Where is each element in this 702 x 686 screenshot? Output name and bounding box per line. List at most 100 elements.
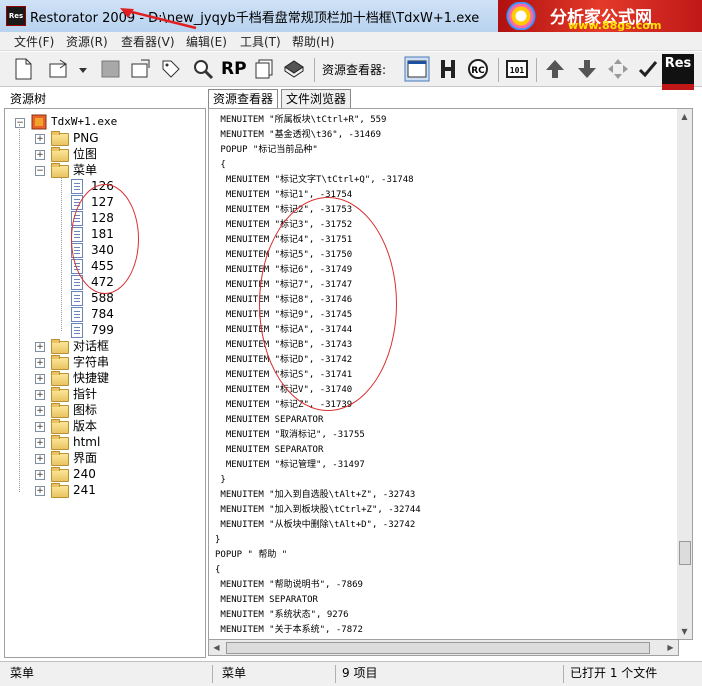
expand-icon[interactable]: + — [35, 406, 45, 416]
hex-view-icon[interactable] — [437, 58, 459, 80]
code-view[interactable]: MENUITEM "所属板块\tCtrl+R", 559 MENUITEM "基… — [208, 108, 678, 640]
status-separator — [212, 665, 213, 683]
save-disabled-icon[interactable] — [100, 58, 122, 80]
arrow-up-icon[interactable] — [544, 58, 566, 80]
binary-view-icon[interactable]: 101 — [506, 58, 528, 80]
status-separator — [563, 665, 564, 683]
vertical-scrollbar[interactable]: ▲ ▼ — [677, 108, 693, 640]
dropdown-arrow-icon[interactable] — [76, 58, 90, 80]
code-line: MENUITEM SEPARATOR — [215, 415, 324, 425]
expand-icon[interactable]: + — [35, 134, 45, 144]
tab-resource-viewer[interactable]: 资源查看器 — [208, 89, 279, 109]
code-line: { — [215, 160, 226, 170]
code-line: MENUITEM "基金透视\t36", -31469 — [215, 130, 382, 140]
annotation-circle — [71, 184, 139, 294]
menu-tools[interactable]: 工具(T) — [240, 33, 281, 50]
tree-node-label: 位图 — [73, 147, 98, 161]
code-line: MENUITEM "取消标记", -31755 — [215, 430, 365, 440]
folder-icon — [51, 339, 69, 354]
resource-tree[interactable]: − TdxW+1.exe + PNG + 位图 − 菜单 126 127 128 181 340 45… — [4, 108, 206, 658]
title-bar[interactable]: Res Restorator 2009 - D:\new_jyqyb千档看盘常规… — [0, 0, 702, 33]
toolbar-separator — [536, 58, 537, 82]
folder-icon — [51, 419, 69, 434]
window-title: Restorator 2009 - D:\new_jyqyb千档看盘常规顶栏加十… — [30, 11, 480, 26]
expand-icon[interactable]: + — [35, 454, 45, 464]
tree-node-label: 菜单 — [73, 163, 98, 177]
search-icon[interactable] — [192, 58, 214, 80]
expand-icon[interactable]: + — [35, 150, 45, 160]
horizontal-scrollbar[interactable]: ◀ ▶ — [208, 639, 679, 656]
folder-icon — [51, 355, 69, 370]
expand-icon[interactable]: + — [35, 470, 45, 480]
scroll-down-icon[interactable]: ▼ — [677, 624, 692, 639]
folder-icon — [51, 451, 69, 466]
tree-node-label: PNG — [73, 131, 99, 145]
expand-icon[interactable]: + — [35, 390, 45, 400]
toolbar-separator — [314, 58, 315, 82]
viewer-mode-icon[interactable] — [404, 56, 430, 82]
folder-icon — [51, 387, 69, 402]
expand-icon[interactable]: + — [35, 374, 45, 384]
folder-icon — [51, 371, 69, 386]
new-file-icon[interactable] — [12, 58, 34, 80]
tree-node-label: 字符串 — [73, 355, 110, 369]
annotation-arrow-icon — [120, 8, 197, 30]
expand-icon[interactable]: + — [35, 486, 45, 496]
code-line: MENUITEM SEPARATOR — [215, 445, 324, 455]
code-line: MENUITEM "标记文字T\tCtrl+Q", -31748 — [215, 175, 414, 185]
status-item-count: 9 项目 — [342, 666, 378, 680]
export-icon[interactable] — [130, 58, 152, 80]
menu-bar: 文件(F) 资源(R) 查看器(V) 编辑(E) 工具(T) 帮助(H) — [0, 32, 702, 51]
checkmark-icon[interactable] — [637, 58, 659, 80]
res-logo-badge[interactable]: Res — [662, 54, 694, 90]
scrollbar-thumb[interactable] — [226, 642, 650, 654]
menu-file[interactable]: 文件(F) — [14, 33, 54, 50]
scroll-up-icon[interactable]: ▲ — [677, 109, 692, 124]
folder-icon — [51, 435, 69, 450]
annotation-circle — [259, 197, 397, 411]
tab-file-browser[interactable]: 文件浏览器 — [281, 89, 352, 108]
tree-node-label: 241 — [73, 483, 96, 497]
rp-button[interactable]: RP — [221, 58, 247, 80]
menu-edit[interactable]: 编辑(E) — [186, 33, 227, 50]
expand-icon[interactable]: + — [35, 422, 45, 432]
exe-file-icon — [31, 114, 47, 130]
open-icon[interactable] — [48, 58, 70, 80]
code-line: MENUITEM "加入到自选股\tAlt+Z", -32743 — [215, 490, 416, 500]
code-line: POPUP " 帮助 " — [215, 550, 288, 560]
tree-node-label: 版本 — [73, 419, 98, 433]
expand-icon[interactable]: + — [35, 358, 45, 368]
arrow-down-icon[interactable] — [576, 58, 598, 80]
rc-view-icon[interactable]: RC — [467, 58, 489, 80]
toolbar: RP 资源查看器: RC 101 Res — [0, 52, 702, 90]
menu-viewer[interactable]: 查看器(V) — [121, 33, 175, 50]
scroll-left-icon[interactable]: ◀ — [209, 640, 224, 655]
code-line: POPUP "标记当前品种" — [215, 145, 318, 155]
expand-icon[interactable]: + — [35, 342, 45, 352]
folder-open-icon — [51, 163, 69, 178]
tree-node-label: html — [73, 435, 101, 449]
code-line: MENUITEM SEPARATOR — [215, 595, 318, 605]
folder-icon — [51, 403, 69, 418]
collapse-icon[interactable]: − — [35, 166, 45, 176]
menu-resource[interactable]: 资源(R) — [66, 33, 108, 50]
status-separator — [335, 665, 336, 683]
status-opened: 已打开 1 个文件 — [570, 666, 658, 680]
copy-pages-icon[interactable] — [253, 58, 275, 80]
move-icon[interactable] — [607, 58, 629, 80]
book-icon[interactable] — [283, 58, 305, 80]
scrollbar-thumb[interactable] — [679, 541, 691, 565]
menu-help[interactable]: 帮助(H) — [292, 33, 334, 50]
tree-node-label: 对话框 — [73, 339, 110, 353]
scroll-right-icon[interactable]: ▶ — [663, 640, 678, 655]
code-line: MENUITEM "帮助说明书", -7869 — [215, 580, 363, 590]
status-resource: 菜单 — [222, 666, 247, 680]
app-icon[interactable]: Res — [6, 6, 26, 26]
expand-icon[interactable]: + — [35, 438, 45, 448]
menu-resource-icon — [71, 179, 83, 194]
collapse-icon[interactable]: − — [15, 118, 25, 128]
code-line: MENUITEM "从板块中删除\tAlt+D", -32742 — [215, 520, 416, 530]
status-bar: 菜单 菜单 9 项目 已打开 1 个文件 — [0, 661, 702, 686]
tag-icon[interactable] — [160, 58, 182, 80]
folder-icon — [51, 467, 69, 482]
